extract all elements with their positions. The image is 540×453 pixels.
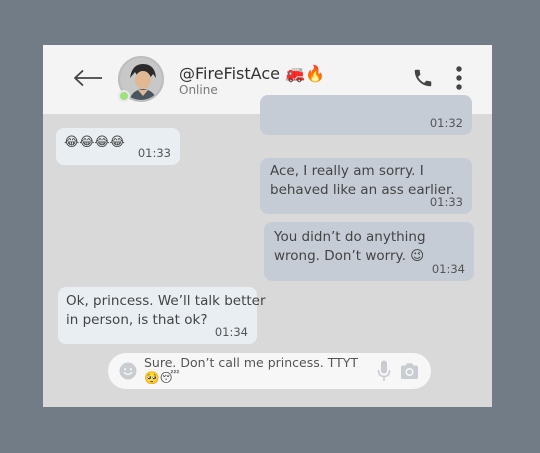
message-time: 01:33 xyxy=(429,195,463,209)
input-text-line: Sure. Don’t call me princess. TTYT xyxy=(144,355,359,370)
message-bubble-outgoing: Ace, I really am sorry. I behaved like a… xyxy=(260,158,472,214)
message-text-line: behaved like an ass earlier. xyxy=(270,182,455,198)
contact-status: Online xyxy=(179,83,218,97)
online-indicator xyxy=(118,90,130,102)
message-time: 01:32 xyxy=(429,116,463,130)
phone-icon[interactable] xyxy=(412,67,434,89)
message-text-line: wrong. Don’t worry. 😉 xyxy=(274,248,425,264)
message-bubble-outgoing: You didn’t do anything wrong. Don’t worr… xyxy=(264,222,474,281)
back-arrow-icon[interactable] xyxy=(73,69,103,87)
message-time: 01:34 xyxy=(214,325,248,339)
camera-icon[interactable] xyxy=(400,362,419,380)
message-text: 😂😂😂😂 xyxy=(64,135,125,150)
input-text-line: 🥺😴 xyxy=(144,370,180,385)
message-bubble-incoming: Ok, princess. We’ll talk better in perso… xyxy=(58,287,266,344)
contact-username[interactable]: @FireFistAce 🚒🔥 xyxy=(179,64,325,83)
more-vertical-icon[interactable] xyxy=(455,66,463,90)
message-text-line: You didn’t do anything xyxy=(274,229,426,245)
message-input[interactable]: Sure. Don’t call me princess. TTYT 🥺😴 xyxy=(108,353,431,389)
message-text-line: in person, is that ok? xyxy=(66,312,208,328)
emoji-icon[interactable] xyxy=(119,362,137,380)
microphone-icon[interactable] xyxy=(377,360,391,382)
message-time: 01:33 xyxy=(137,146,171,160)
message-time: 01:34 xyxy=(431,262,465,276)
message-text-line: Ace, I really am sorry. I xyxy=(270,163,424,179)
message-bubble-incoming: 😂😂😂😂 01:33 xyxy=(56,128,180,165)
chat-window: @FireFistAce 🚒🔥 Online 01:32 😂😂😂😂 01:33 … xyxy=(43,45,492,407)
message-bubble-outgoing: 01:32 xyxy=(260,95,472,135)
message-text-line: Ok, princess. We’ll talk better xyxy=(66,293,266,309)
